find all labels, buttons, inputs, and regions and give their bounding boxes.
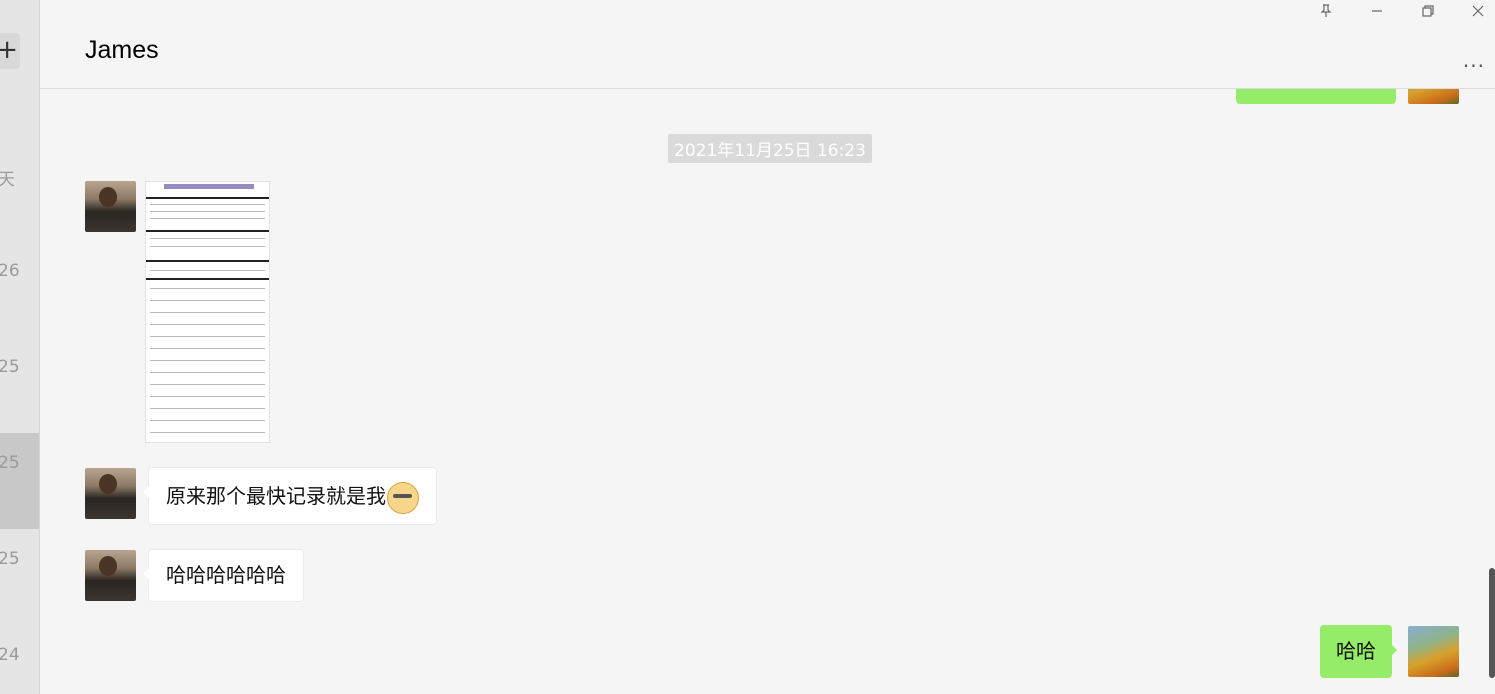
document-line [150, 408, 265, 409]
my-text-message[interactable]: 哈哈 [1320, 625, 1397, 678]
chat-list-sidebar: + 天 26 25 25 25 24 [0, 0, 40, 694]
document-image-header [164, 184, 254, 189]
document-line [150, 420, 265, 421]
document-line [150, 360, 265, 361]
my-avatar[interactable] [1408, 626, 1459, 677]
document-line [150, 288, 265, 289]
friend-avatar[interactable] [85, 550, 136, 601]
chat-list-item-date: 25 [0, 357, 20, 377]
image-message[interactable] [145, 181, 270, 443]
document-rule [146, 260, 269, 262]
document-rule [146, 197, 269, 199]
document-line [150, 432, 265, 433]
chat-title: James [85, 36, 159, 64]
chat-list-item[interactable]: 25 [0, 512, 39, 608]
chat-list-item[interactable]: 25 [0, 320, 39, 416]
document-line [150, 348, 265, 349]
document-line [150, 238, 265, 239]
document-line [150, 396, 265, 397]
document-line [150, 336, 265, 337]
message-text: 哈哈 [1336, 639, 1376, 663]
chat-list-item[interactable]: 天 [0, 128, 39, 224]
document-line [150, 218, 265, 219]
chat-list-item-date: 25 [0, 453, 20, 473]
friend-avatar[interactable] [85, 181, 136, 232]
text-message[interactable]: 原来那个最快记录就是我 [143, 467, 437, 525]
document-rule [146, 230, 269, 232]
text-message[interactable]: 哈哈哈哈哈哈 [143, 549, 304, 602]
scrollbar[interactable] [1489, 568, 1495, 678]
message-area: 2021年11月25日 16:23 原来那个最快记录就是我 哈哈哈哈哈哈 哈哈 [40, 53, 1495, 694]
message-text: 哈哈哈哈哈哈 [166, 563, 286, 587]
document-line [150, 211, 265, 212]
close-icon[interactable] [1468, 4, 1488, 22]
document-rule [146, 278, 269, 280]
document-line [150, 312, 265, 313]
friend-avatar[interactable] [85, 468, 136, 519]
chat-list-item-date: 24 [0, 645, 20, 665]
add-chat-button[interactable]: + [0, 33, 20, 69]
message-text: 原来那个最快记录就是我 [166, 484, 386, 508]
minimize-icon[interactable] [1367, 4, 1387, 22]
chat-list-item[interactable]: 24 [0, 608, 39, 694]
document-line [150, 300, 265, 301]
document-line [150, 270, 265, 271]
document-line [150, 324, 265, 325]
chat-header: James ... [40, 0, 1495, 89]
chat-list-item-date: 天 [0, 165, 15, 190]
more-options-button[interactable]: ... [1463, 48, 1485, 72]
document-line [150, 246, 265, 247]
cat-face-emoji-icon [387, 481, 419, 514]
message-timestamp: 2021年11月25日 16:23 [668, 134, 872, 163]
restore-icon[interactable] [1418, 4, 1438, 22]
chat-list-item[interactable]: 26 [0, 224, 39, 320]
chat-list-item-date: 26 [0, 261, 20, 281]
pin-icon[interactable] [1316, 4, 1336, 22]
chat-list-item-date: 25 [0, 549, 20, 569]
document-line [150, 384, 265, 385]
document-line [150, 372, 265, 373]
document-line [150, 204, 265, 205]
